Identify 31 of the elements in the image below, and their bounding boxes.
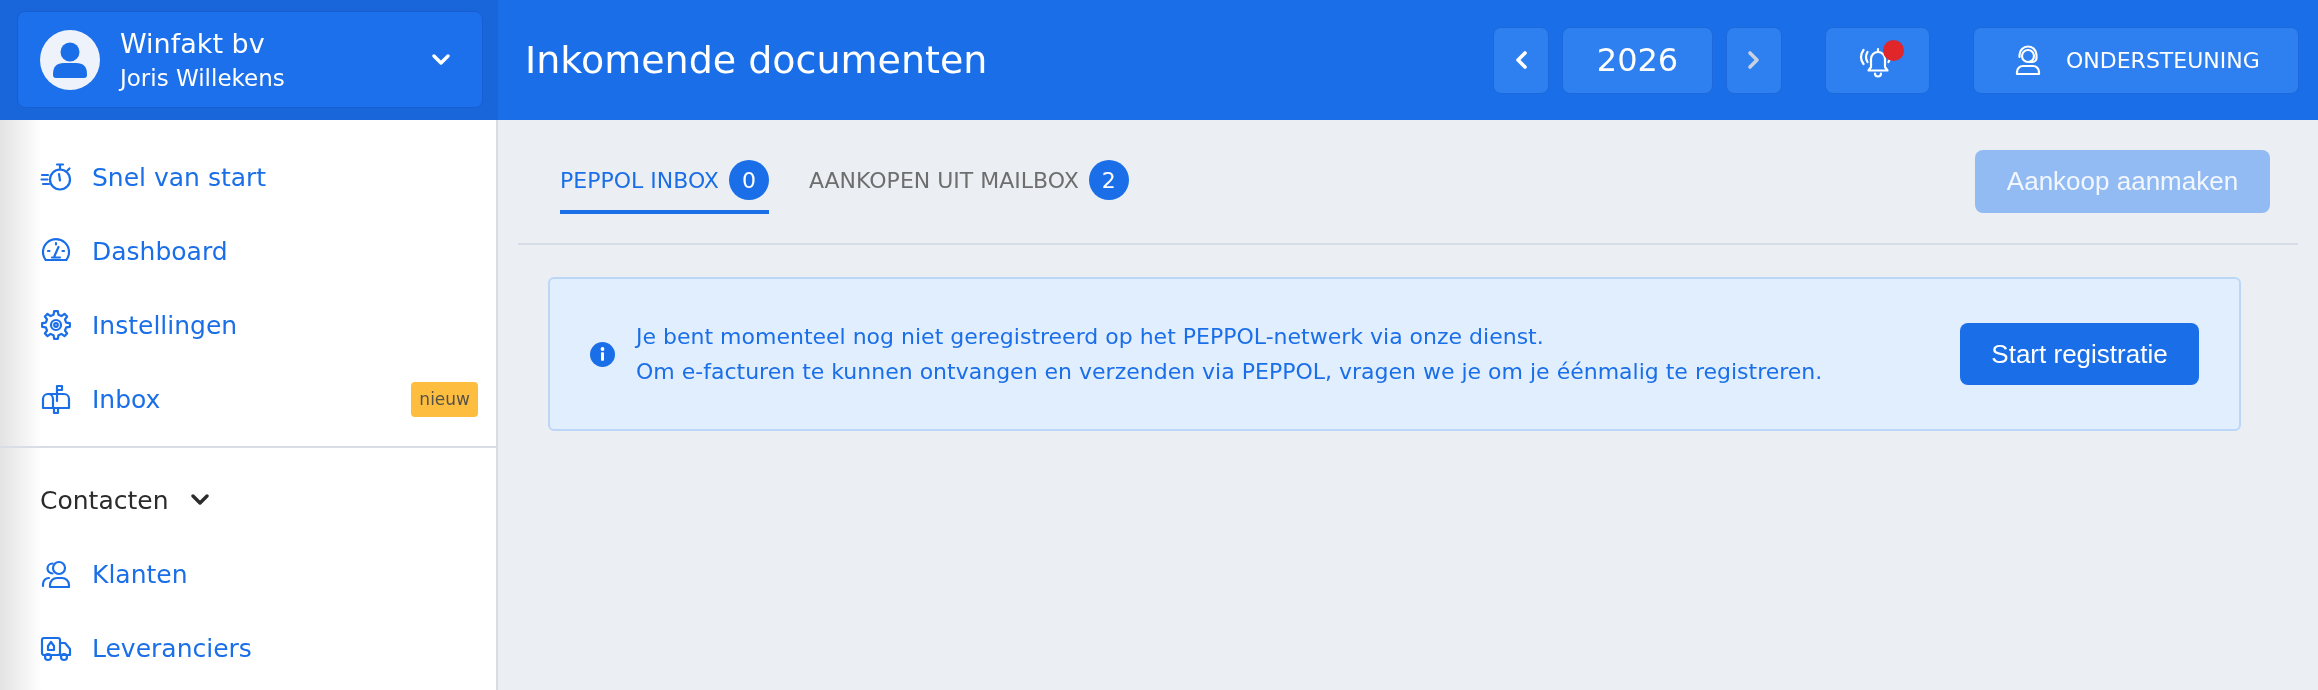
nav-item[interactable]: Snel van start <box>0 140 496 214</box>
section-toggle[interactable]: Contacten <box>0 463 496 537</box>
account-switcher[interactable]: Winfakt bv Joris Willekens <box>17 11 483 108</box>
previous-year-button[interactable] <box>1493 26 1549 94</box>
stopwatch-icon <box>40 161 72 193</box>
nav-item[interactable]: Inbox nieuw <box>0 362 496 436</box>
year-button[interactable]: 2026 <box>1562 26 1713 94</box>
avatar-icon <box>40 29 100 90</box>
tab[interactable]: AANKOPEN UIT MAILBOX 2 <box>808 160 1129 214</box>
start-registration-button[interactable]: Start registratie <box>1960 323 2199 385</box>
notice-text: Je bent momenteel nog niet geregistreerd op het PEPPOL-netwerk via onze dienst. Om e-facturen te kunnen ontvangen en verzenden via PEPPOL, vragen we je om je éénmalig te registreren. <box>636 323 1823 386</box>
page-title: Inkomende documenten <box>525 38 988 82</box>
chevron-left-icon <box>1514 50 1528 70</box>
user-name: Joris Willekens <box>120 63 285 93</box>
chevron-down-icon <box>432 53 450 66</box>
new-badge: nieuw <box>411 381 478 417</box>
settings-icon <box>40 309 72 341</box>
company-name: Winfakt bv <box>120 26 266 61</box>
mailbox-icon <box>40 383 72 415</box>
users-icon <box>40 558 72 590</box>
nav-item[interactable]: Leveranciers <box>0 611 496 685</box>
nav-item[interactable]: Instellingen <box>0 288 496 362</box>
nav-item[interactable]: Klanten <box>0 537 496 611</box>
tab[interactable]: PEPPOL INBOX 0 <box>560 160 769 214</box>
info-icon <box>590 341 615 367</box>
notifications-button[interactable] <box>1825 26 1930 94</box>
support-button[interactable]: ONDERSTEUNING <box>1973 26 2299 94</box>
count-badge: 2 <box>1088 160 1129 200</box>
nav-item[interactable]: Dashboard <box>0 214 496 288</box>
count-badge: 0 <box>728 160 769 200</box>
chevron-right-icon <box>1747 50 1761 70</box>
